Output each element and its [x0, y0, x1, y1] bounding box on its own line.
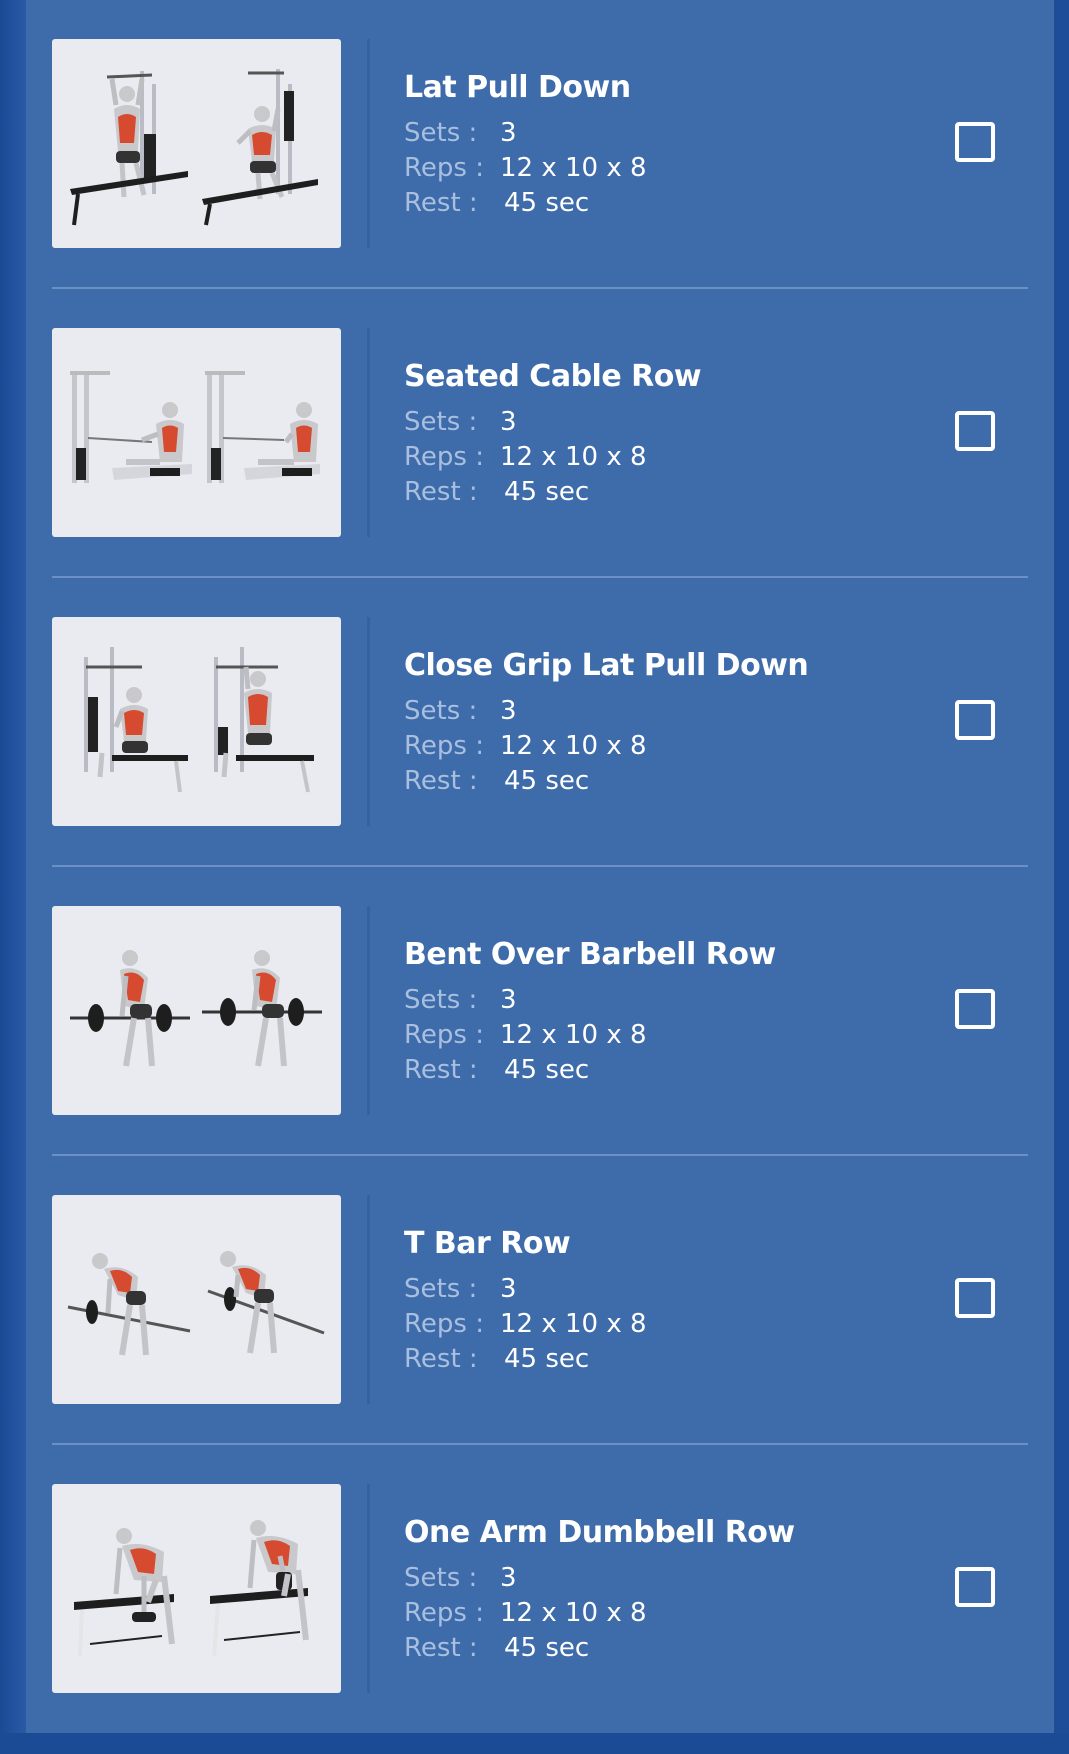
- exercise-title: Bent Over Barbell Row: [404, 937, 776, 972]
- exercise-sets: Sets : 3: [404, 407, 517, 437]
- exercise-row[interactable]: One Arm Dumbbell Row Sets : 3 Reps : 12 x …: [26, 1445, 1054, 1734]
- exercise-rest: Rest : 45 sec: [404, 1344, 589, 1374]
- rest-value: 45 sec: [504, 1055, 590, 1085]
- exercise-sets: Sets : 3: [404, 118, 517, 148]
- row-divider-vertical: [367, 1195, 370, 1404]
- rest-value: 45 sec: [504, 477, 590, 507]
- exercise-image-lat-pull-down: [52, 39, 341, 248]
- rest-value: 45 sec: [504, 188, 590, 218]
- exercise-title: One Arm Dumbbell Row: [404, 1515, 795, 1550]
- sets-label: Sets :: [404, 407, 478, 437]
- exercise-title: Seated Cable Row: [404, 359, 702, 394]
- exercise-image-close-grip-lat-pull-down: [52, 617, 341, 826]
- exercise-rest: Rest : 45 sec: [404, 477, 589, 507]
- exercise-title: Close Grip Lat Pull Down: [404, 648, 809, 683]
- exercise-title: Lat Pull Down: [404, 70, 631, 105]
- panel-bottom-edge: [0, 1733, 1069, 1754]
- reps-label: Reps :: [404, 153, 484, 183]
- exercise-reps: Reps : 12 x 10 x 8: [404, 1598, 647, 1628]
- sets-value: 3: [500, 1563, 517, 1593]
- row-divider-vertical: [367, 328, 370, 537]
- exercise-sets: Sets : 3: [404, 985, 517, 1015]
- exercise-reps: Reps : 12 x 10 x 8: [404, 731, 647, 761]
- exercise-sets: Sets : 3: [404, 696, 517, 726]
- exercise-image-bent-over-barbell-row: [52, 906, 341, 1115]
- reps-value: 12 x 10 x 8: [500, 1020, 647, 1050]
- rest-label: Rest :: [404, 1055, 478, 1085]
- panel-edge: [1054, 0, 1069, 1754]
- exercise-reps: Reps : 12 x 10 x 8: [404, 153, 647, 183]
- exercise-reps: Reps : 12 x 10 x 8: [404, 1309, 647, 1339]
- exercise-complete-checkbox[interactable]: [955, 989, 995, 1029]
- exercise-rest: Rest : 45 sec: [404, 1055, 589, 1085]
- row-divider-vertical: [367, 1484, 370, 1693]
- exercise-row[interactable]: T Bar Row Sets : 3 Reps : 12 x 10 x 8 Rest…: [26, 1156, 1054, 1445]
- row-divider-vertical: [367, 617, 370, 826]
- sets-value: 3: [500, 1274, 517, 1304]
- rest-label: Rest :: [404, 188, 478, 218]
- rest-label: Rest :: [404, 766, 478, 796]
- rest-value: 45 sec: [504, 1633, 590, 1663]
- reps-value: 12 x 10 x 8: [500, 731, 647, 761]
- exercise-title: T Bar Row: [404, 1226, 571, 1261]
- sets-label: Sets :: [404, 985, 478, 1015]
- exercise-complete-checkbox[interactable]: [955, 700, 995, 740]
- exercise-image-t-bar-row: [52, 1195, 341, 1404]
- sets-label: Sets :: [404, 1274, 478, 1304]
- sets-value: 3: [500, 696, 517, 726]
- exercise-rest: Rest : 45 sec: [404, 766, 589, 796]
- reps-label: Reps :: [404, 1598, 484, 1628]
- exercise-row[interactable]: Lat Pull Down Sets :3 Reps :12 x 10 x 8 …: [26, 0, 1054, 289]
- reps-label: Reps :: [404, 731, 484, 761]
- reps-label: Reps :: [404, 1309, 484, 1339]
- reps-value: 12 x 10 x 8: [500, 1598, 647, 1628]
- exercise-row[interactable]: Bent Over Barbell Row Sets : 3 Reps : 12 x…: [26, 867, 1054, 1156]
- exercise-complete-checkbox[interactable]: [955, 122, 995, 162]
- rest-label: Rest :: [404, 1344, 478, 1374]
- exercise-sets: Sets : 3: [404, 1563, 517, 1593]
- row-divider-vertical: [367, 906, 370, 1115]
- row-divider-vertical: [367, 39, 370, 248]
- rest-label: Rest :: [404, 1633, 478, 1663]
- reps-label: Reps :: [404, 442, 484, 472]
- exercise-rest: Rest : 45 sec: [404, 188, 589, 218]
- exercise-reps: Reps : 12 x 10 x 8: [404, 442, 647, 472]
- sets-label: Sets :: [404, 1563, 478, 1593]
- reps-value: 12 x 10 x 8: [500, 1309, 647, 1339]
- exercise-complete-checkbox[interactable]: [955, 1278, 995, 1318]
- sets-value: 3: [500, 407, 517, 437]
- rest-label: Rest :: [404, 477, 478, 507]
- sets-label: Sets :: [404, 118, 478, 148]
- exercise-complete-checkbox[interactable]: [955, 411, 995, 451]
- exercise-sets: Sets : 3: [404, 1274, 517, 1304]
- exercise-row[interactable]: Seated Cable Row Sets : 3 Reps : 12 x 10 x…: [26, 289, 1054, 578]
- reps-label: Reps :: [404, 1020, 484, 1050]
- exercise-reps: Reps : 12 x 10 x 8: [404, 1020, 647, 1050]
- rest-value: 45 sec: [504, 1344, 590, 1374]
- sets-value: 3: [500, 118, 517, 148]
- exercise-image-seated-cable-row: [52, 328, 341, 537]
- reps-value: 12 x 10 x 8: [500, 153, 647, 183]
- reps-value: 12 x 10 x 8: [500, 442, 647, 472]
- exercise-row[interactable]: Close Grip Lat Pull Down Sets : 3 Reps : 1…: [26, 578, 1054, 867]
- exercise-complete-checkbox[interactable]: [955, 1567, 995, 1607]
- exercise-image-one-arm-dumbbell-row: [52, 1484, 341, 1693]
- rest-value: 45 sec: [504, 766, 590, 796]
- exercise-rest: Rest : 45 sec: [404, 1633, 589, 1663]
- sets-value: 3: [500, 985, 517, 1015]
- sets-label: Sets :: [404, 696, 478, 726]
